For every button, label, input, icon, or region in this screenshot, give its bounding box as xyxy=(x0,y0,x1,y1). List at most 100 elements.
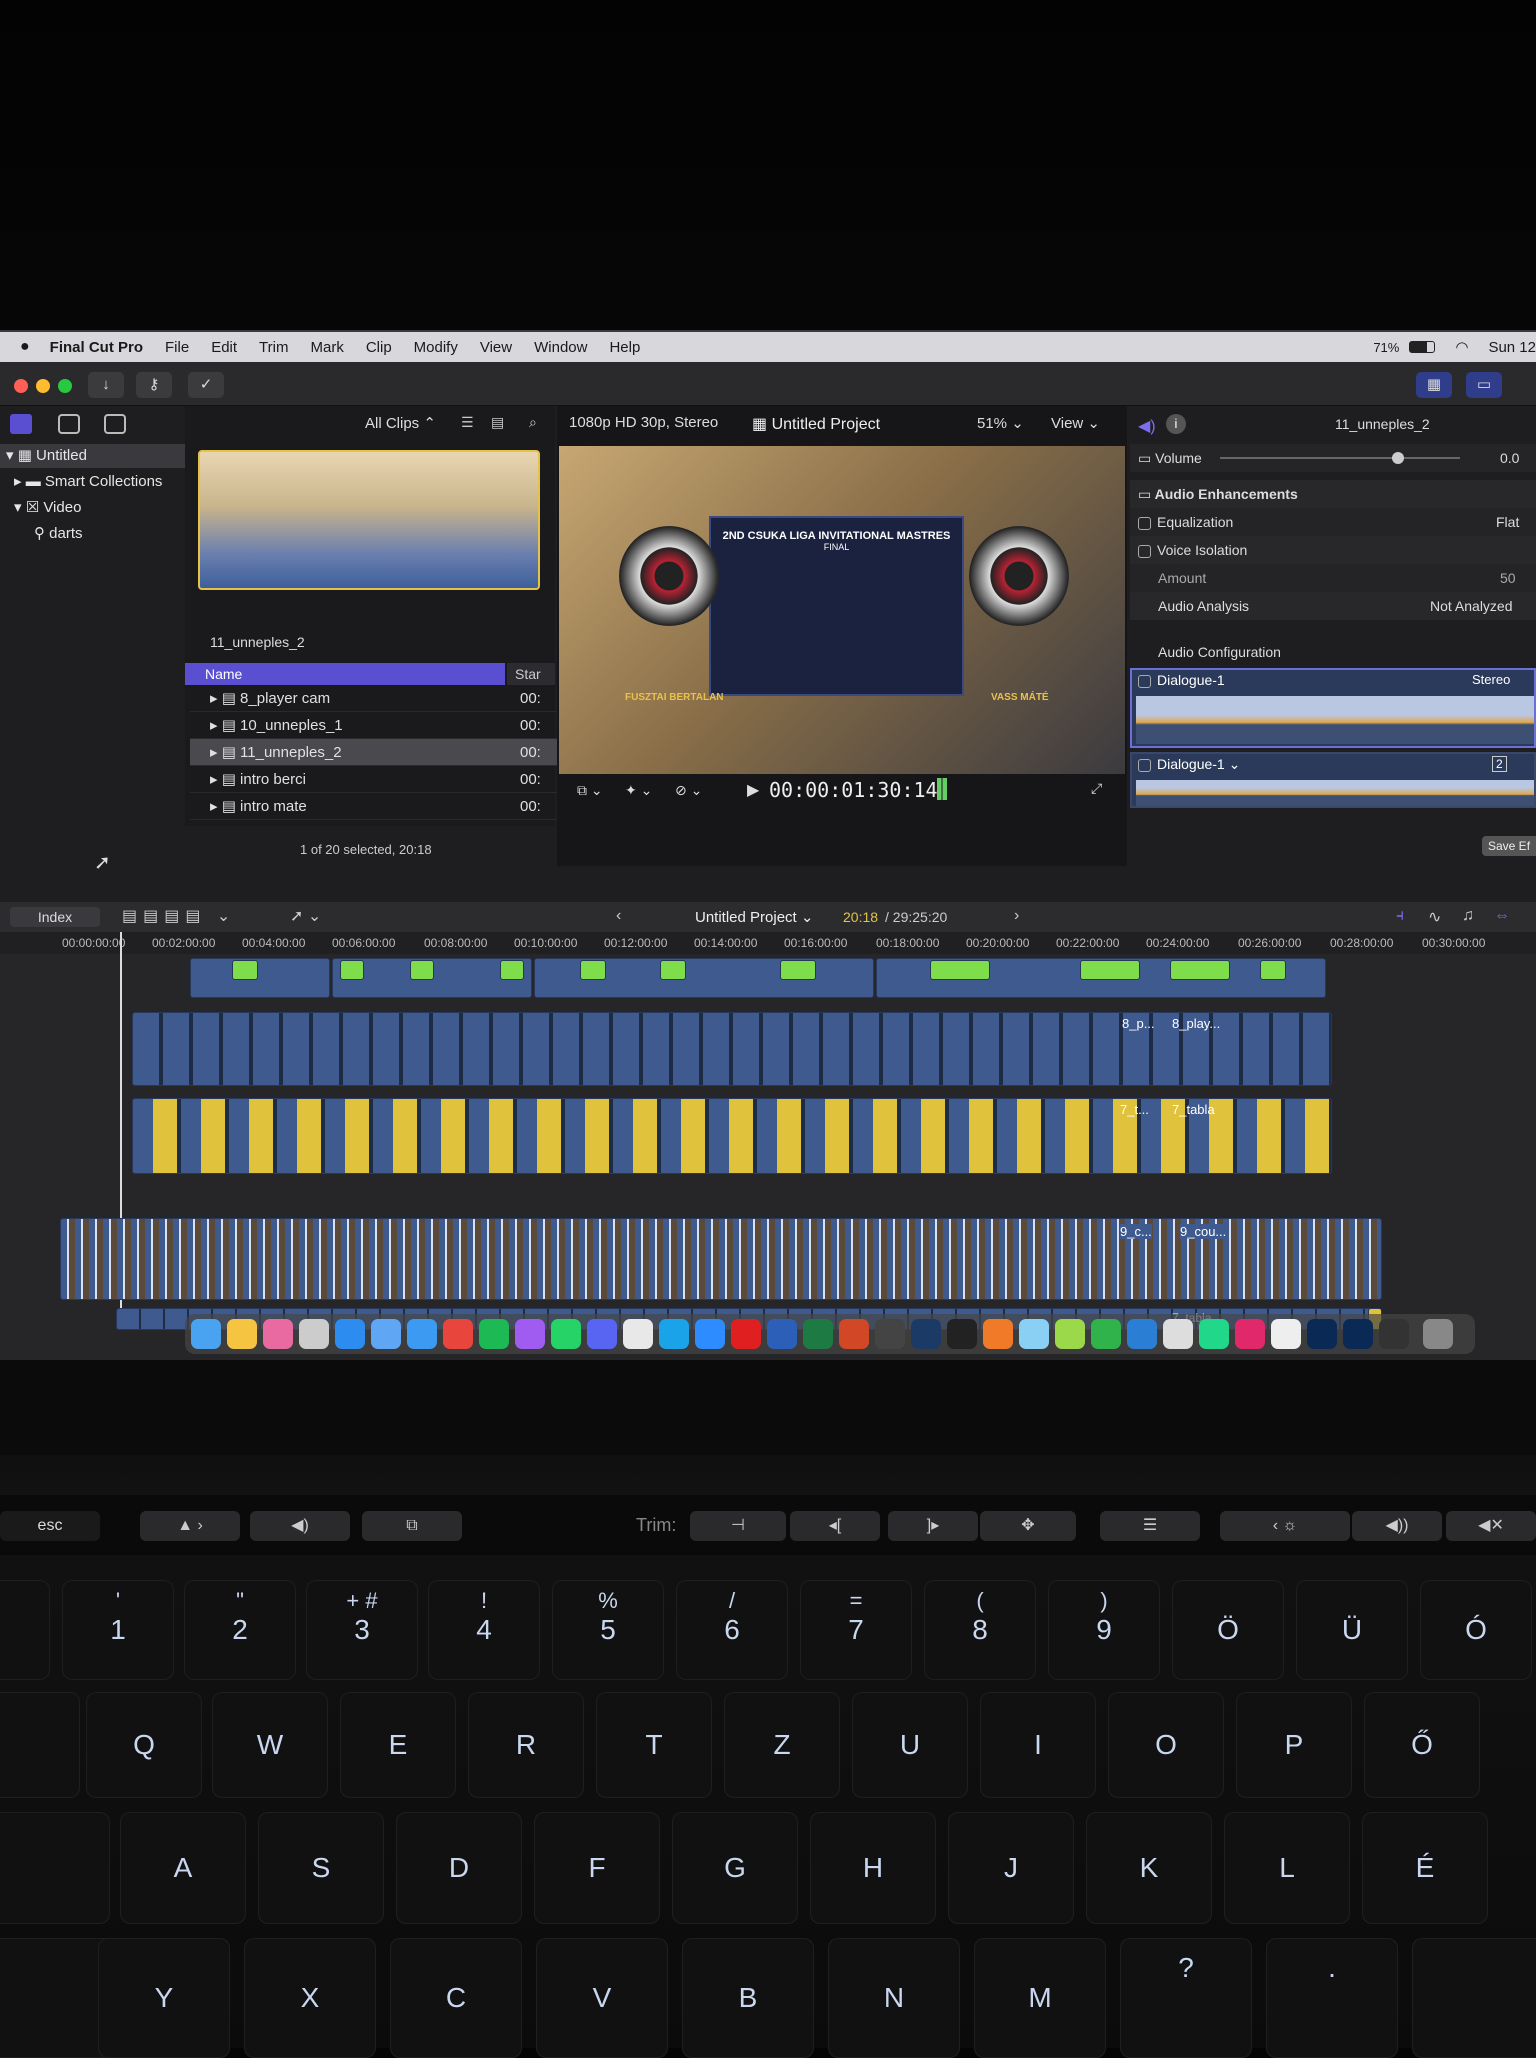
eq-preset-popup[interactable]: Flat xyxy=(1496,508,1519,536)
audio-channel-1[interactable]: Dialogue-1 Stereo xyxy=(1130,668,1536,748)
app-store-icon[interactable] xyxy=(335,1319,365,1349)
messenger-icon[interactable] xyxy=(515,1319,545,1349)
key-o[interactable]: O xyxy=(1108,1692,1224,1798)
timeline-clip[interactable] xyxy=(580,960,606,980)
timeline-clip[interactable] xyxy=(930,960,990,980)
skimming-icon[interactable]: ⫞ xyxy=(1396,907,1404,925)
key-o-umlaut[interactable]: Ö xyxy=(1172,1580,1284,1680)
numbers-icon[interactable] xyxy=(1091,1319,1121,1349)
key-5[interactable]: % 5 xyxy=(552,1580,664,1680)
key-h[interactable]: H xyxy=(810,1812,936,1924)
lightroom-icon[interactable] xyxy=(1343,1319,1373,1349)
key-z[interactable]: Z xyxy=(724,1692,840,1798)
menu-view[interactable]: View xyxy=(480,339,512,356)
clip-filter-popup[interactable]: All Clips ⌃ xyxy=(365,414,436,432)
video-frame[interactable]: 2ND CSUKA LIGA INVITATIONAL MASTRES FINA… xyxy=(559,446,1125,774)
volume-slider-knob[interactable] xyxy=(1392,452,1404,464)
key-2[interactable]: " 2 xyxy=(184,1580,296,1680)
key-e-acute[interactable]: É xyxy=(1362,1812,1488,1924)
key-1[interactable]: ' 1 xyxy=(62,1580,174,1680)
sidebar-item-video[interactable]: ▾ ☒ Video xyxy=(0,496,185,520)
discord-icon[interactable] xyxy=(587,1319,617,1349)
libraries-tab-icon[interactable] xyxy=(10,414,32,434)
edit-tools-icon[interactable]: ▤▤▤▤ ⌄ xyxy=(122,906,236,926)
key-comma[interactable]: ? xyxy=(1120,1938,1252,2058)
key-m[interactable]: M xyxy=(974,1938,1106,2058)
equalization-checkbox[interactable] xyxy=(1138,516,1151,530)
key-p[interactable]: P xyxy=(1236,1692,1352,1798)
layout-browser-icon[interactable]: ▦ xyxy=(1416,372,1452,398)
app-icon[interactable] xyxy=(299,1319,329,1349)
volume-value[interactable]: 0.0 xyxy=(1500,444,1519,472)
timeline-clip[interactable] xyxy=(500,960,524,980)
audio-channel-2[interactable]: Dialogue-1 ⌄ 2 xyxy=(1130,752,1536,808)
key-7[interactable]: = 7 xyxy=(800,1580,912,1680)
viewer-zoom[interactable]: 51% ⌄ xyxy=(977,414,1024,432)
key-g[interactable]: G xyxy=(672,1812,798,1924)
battery-icon[interactable] xyxy=(1409,341,1436,353)
titles-tab-icon[interactable] xyxy=(104,414,126,434)
save-effects-preset-button[interactable]: Save Ef xyxy=(1482,836,1536,856)
menu-app-name[interactable]: Final Cut Pro xyxy=(50,339,143,356)
import-icon[interactable]: ↓ xyxy=(88,372,124,398)
skype-icon[interactable] xyxy=(659,1319,689,1349)
steam-icon[interactable] xyxy=(911,1319,941,1349)
menu-edit[interactable]: Edit xyxy=(211,339,237,356)
menu-mark[interactable]: Mark xyxy=(310,339,343,356)
timeline-project-name[interactable]: Untitled Project ⌄ xyxy=(695,908,813,926)
apple-icon[interactable]: ● xyxy=(20,338,30,356)
key-f[interactable]: F xyxy=(534,1812,660,1924)
volume-slider[interactable] xyxy=(1220,457,1460,459)
acrobat-icon[interactable] xyxy=(731,1319,761,1349)
list-item[interactable]: ▸ ▤ intro berci 00: xyxy=(190,766,562,793)
key-n[interactable]: N xyxy=(828,1938,960,2058)
group-icon[interactable]: ▤ xyxy=(491,414,504,431)
key-6[interactable]: /6 xyxy=(676,1580,788,1680)
timeline-clip[interactable] xyxy=(1260,960,1286,980)
menu-modify[interactable]: Modify xyxy=(414,339,458,356)
timeline-clip[interactable] xyxy=(132,1098,1332,1174)
key-period[interactable]: . xyxy=(1266,1938,1398,2058)
key-8[interactable]: (8 xyxy=(924,1580,1036,1680)
terminal-icon[interactable] xyxy=(947,1319,977,1349)
select-tool-icon[interactable]: ➚ ⌄ xyxy=(290,906,321,926)
timeline-clip[interactable] xyxy=(1170,960,1230,980)
photoshop-icon[interactable] xyxy=(1307,1319,1337,1349)
key-9[interactable]: ) 9 xyxy=(1048,1580,1160,1680)
key-i[interactable]: I xyxy=(980,1692,1096,1798)
slack-icon[interactable] xyxy=(623,1319,653,1349)
vscode-icon[interactable] xyxy=(1127,1319,1157,1349)
key-u-umlaut[interactable]: Ü xyxy=(1296,1580,1408,1680)
app-icon[interactable] xyxy=(227,1319,257,1349)
mail-icon[interactable] xyxy=(371,1319,401,1349)
timeline-clip[interactable] xyxy=(660,960,686,980)
sidebar-item-darts[interactable]: ⚲ darts xyxy=(0,522,185,546)
layout-timeline-icon[interactable]: ▭ xyxy=(1466,372,1502,398)
timecode-display[interactable]: 00:00:01:30:14 xyxy=(769,778,938,802)
menu-clip[interactable]: Clip xyxy=(366,339,392,356)
app-icon[interactable] xyxy=(1019,1319,1049,1349)
final-cut-pro-icon[interactable] xyxy=(1379,1319,1409,1349)
fullscreen-icon[interactable]: ⤢ xyxy=(1091,780,1102,797)
timeline-forward-icon[interactable]: › xyxy=(1014,907,1019,925)
whatsapp-icon[interactable] xyxy=(551,1319,581,1349)
key-y[interactable]: Y xyxy=(98,1938,230,2058)
snapping-icon[interactable]: ⇔ xyxy=(1494,907,1510,925)
key-b[interactable]: B xyxy=(682,1938,814,2058)
enhance-icon[interactable]: ✦ ⌄ xyxy=(625,782,652,799)
list-item[interactable]: ▸ ▤ 10_unneples_1 00: xyxy=(190,712,562,739)
key-o-double-acute[interactable]: Ő xyxy=(1364,1692,1480,1798)
timeline-clip[interactable] xyxy=(410,960,434,980)
menu-help[interactable]: Help xyxy=(609,339,640,356)
app-icon[interactable] xyxy=(875,1319,905,1349)
app-icon[interactable] xyxy=(1163,1319,1193,1349)
key-q[interactable]: Q xyxy=(86,1692,202,1798)
spotify-icon[interactable] xyxy=(479,1319,509,1349)
menu-clock[interactable]: Sun 12 xyxy=(1488,339,1536,356)
voice-isolation-checkbox[interactable] xyxy=(1138,544,1151,558)
trash-icon[interactable] xyxy=(1423,1319,1453,1349)
key-e[interactable]: E xyxy=(340,1692,456,1798)
key-tab[interactable] xyxy=(0,1692,80,1798)
background-tasks-icon[interactable]: ✓ xyxy=(188,372,224,398)
voice-isolation-row[interactable]: Voice Isolation xyxy=(1130,536,1536,564)
